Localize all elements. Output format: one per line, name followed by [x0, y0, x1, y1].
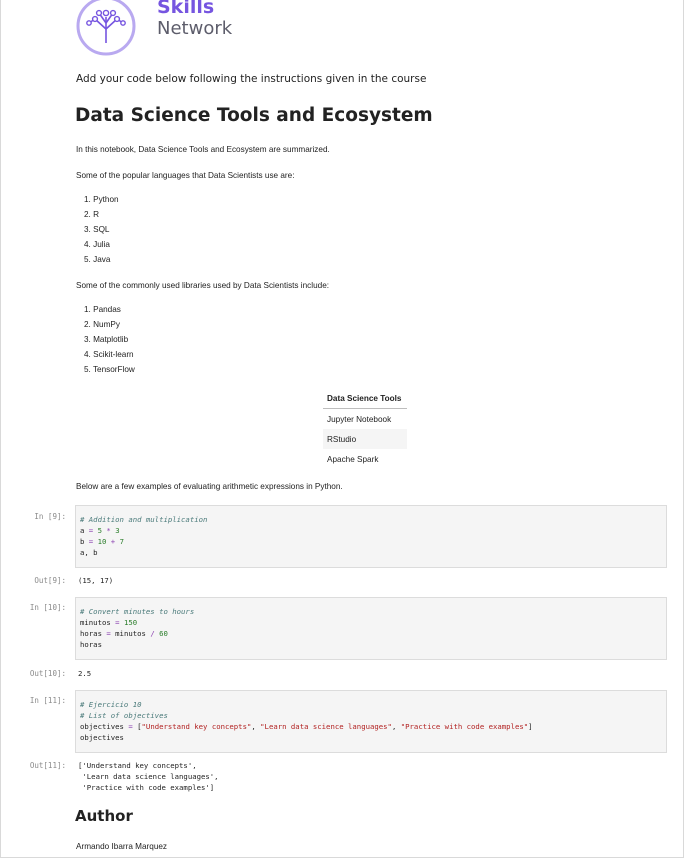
- code-comment: # Convert minutes to hours: [80, 607, 195, 616]
- intro-text: In this notebook, Data Science Tools and…: [76, 145, 330, 154]
- libraries-heading: Some of the commonly used libraries used…: [76, 281, 330, 290]
- languages-heading: Some of the popular languages that Data …: [76, 171, 295, 180]
- instruction-text: Add your code below following the instru…: [76, 73, 427, 85]
- table-cell: Apache Spark: [327, 454, 379, 464]
- list-item: 5. Java: [84, 255, 111, 264]
- output-prompt: Out[9]:: [34, 576, 66, 585]
- list-item: 1. Python: [84, 195, 119, 204]
- list-item: 4. Scikit-learn: [84, 350, 134, 359]
- list-item: 4. Julia: [84, 240, 110, 249]
- logo-network-text: Network: [157, 18, 233, 39]
- output-prompt: Out[10]:: [29, 669, 66, 678]
- list-item: 2. NumPy: [84, 320, 120, 329]
- code-cell[interactable]: # Convert minutes to hours minutos = 150…: [75, 597, 667, 660]
- code-comment: # Addition and multiplication: [80, 515, 208, 524]
- logo-wordmark: Skills Network: [157, 0, 232, 40]
- page-title: Data Science Tools and Ecosystem: [75, 105, 433, 126]
- author-heading: Author: [75, 807, 133, 825]
- list-item: 5. TensorFlow: [84, 365, 135, 374]
- code-cell[interactable]: # Ejercicio 10 # List of objectives obje…: [75, 690, 667, 753]
- logo-skills-text: Skills: [157, 0, 215, 18]
- libraries-list: 1. Pandas 2. NumPy 3. Matplotlib 4. Scik…: [84, 302, 135, 377]
- table-cell: RStudio: [323, 429, 407, 449]
- input-prompt: In [11]:: [29, 696, 66, 705]
- languages-list: 1. Python 2. R 3. SQL 4. Julia 5. Java: [84, 192, 119, 267]
- arith-intro-text: Below are a few examples of evaluating a…: [76, 482, 343, 491]
- code-comment: # List of objectives: [80, 711, 168, 720]
- tools-table: Data Science Tools Jupyter Notebook RStu…: [323, 389, 407, 469]
- table-header: Data Science Tools: [323, 389, 407, 409]
- cell-output: ['Understand key concepts', 'Learn data …: [78, 761, 219, 792]
- table-cell: Jupyter Notebook: [327, 414, 392, 424]
- skills-network-logo-icon: [76, 0, 136, 56]
- output-prompt: Out[11]:: [29, 761, 66, 770]
- code-comment: # Ejercicio 10: [80, 700, 142, 709]
- list-item: 1. Pandas: [84, 305, 121, 314]
- list-item: 3. SQL: [84, 225, 110, 234]
- input-prompt: In [10]:: [29, 603, 66, 612]
- list-item: 3. Matplotlib: [84, 335, 129, 344]
- code-cell[interactable]: # Addition and multiplication a = 5 * 3 …: [75, 505, 667, 568]
- cell-output: (15, 17): [78, 576, 114, 585]
- input-prompt: In [9]:: [34, 512, 66, 521]
- author-name: Armando Ibarra Marquez: [76, 842, 168, 851]
- list-item: 2. R: [84, 210, 100, 219]
- cell-output: 2.5: [78, 669, 92, 678]
